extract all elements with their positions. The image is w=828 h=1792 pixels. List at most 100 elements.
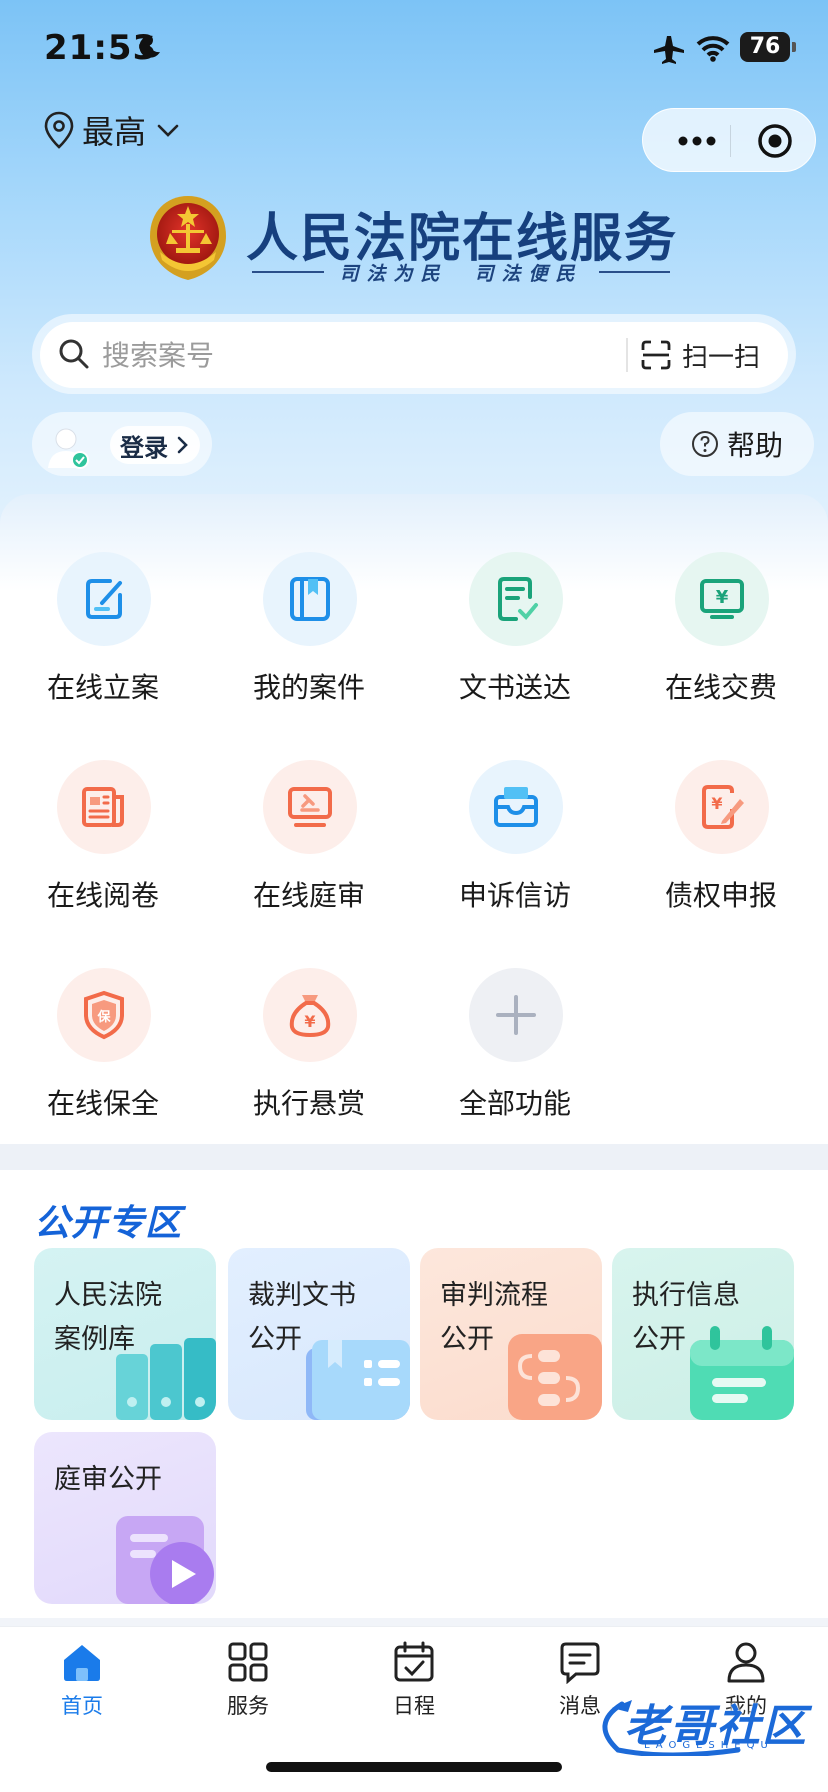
service-document-delivery[interactable]: 文书送达	[412, 552, 618, 712]
service-label: 在线庭审	[252, 879, 365, 912]
service-petition[interactable]: 申诉信访	[412, 760, 618, 920]
service-label: 我的案件	[252, 671, 365, 704]
location-pin-icon	[44, 111, 74, 149]
edit-document-icon	[86, 579, 122, 619]
chevron-down-icon	[157, 124, 179, 137]
scan-label: 扫一扫	[682, 342, 761, 373]
court-emblem-icon	[150, 196, 226, 280]
service-my-cases[interactable]: 我的案件	[206, 552, 412, 712]
login-label: 登录	[120, 433, 168, 462]
calendar-check-icon	[394, 1641, 434, 1682]
book-icon	[290, 577, 330, 621]
tab-schedule[interactable]: 日程	[354, 1640, 474, 1730]
section-gap	[0, 1144, 828, 1170]
service-label: 文书送达	[458, 671, 571, 704]
tab-label: 日程	[393, 1694, 435, 1718]
slogan-row: 司法为民 司法便民	[252, 258, 671, 286]
scan-icon	[641, 340, 671, 370]
service-label: 在线阅卷	[46, 879, 159, 912]
tab-label: 首页	[61, 1694, 103, 1718]
service-preservation[interactable]: 保 在线保全	[0, 968, 206, 1128]
svg-text:¥: ¥	[711, 794, 722, 813]
inbox-icon	[494, 787, 538, 827]
service-label: 债权申报	[664, 879, 777, 912]
service-label: 在线立案	[46, 671, 159, 704]
watermark: 老哥社区 LAOGESHEQU	[588, 1690, 818, 1756]
flow-icon	[508, 1334, 602, 1420]
watermark-subtext: LAOGESHEQU	[644, 1740, 774, 1751]
more-dots-icon	[678, 136, 716, 146]
svg-text:¥: ¥	[304, 1012, 315, 1031]
payment-screen-icon: ¥	[700, 579, 744, 619]
tab-services[interactable]: 服务	[188, 1640, 308, 1730]
public-card-execution-info[interactable]: 执行信息 公开	[612, 1248, 794, 1420]
more-button[interactable]	[665, 121, 729, 161]
slogan: 司法为民 司法便民	[339, 262, 583, 285]
service-label: 在线保全	[46, 1087, 159, 1120]
service-icon-bg	[469, 760, 563, 854]
location-label: 最高	[82, 113, 147, 151]
svg-text:保: 保	[96, 1009, 111, 1025]
help-button[interactable]: 帮助	[660, 412, 814, 476]
service-icon-bg	[263, 552, 357, 646]
public-card-trial-process[interactable]: 审判流程 公开	[420, 1248, 602, 1420]
search-input[interactable]	[102, 334, 602, 376]
service-claim-declaration[interactable]: ¥ 债权申报	[618, 760, 824, 920]
avatar-icon	[48, 428, 89, 469]
service-icon-bg: 保	[57, 968, 151, 1062]
search-separator	[626, 338, 628, 372]
message-icon	[560, 1642, 600, 1684]
service-online-trial[interactable]: 在线庭审	[206, 760, 412, 920]
grid-icon	[228, 1642, 268, 1682]
svg-text:¥: ¥	[716, 587, 729, 608]
service-icon-bg	[469, 968, 563, 1062]
public-section-title: 公开专区	[34, 1203, 183, 1244]
card-label: 庭审公开	[54, 1464, 162, 1495]
help-icon	[691, 431, 718, 457]
gavel-screen-icon	[288, 787, 332, 827]
service-icon-bg	[469, 552, 563, 646]
tab-label: 服务	[227, 1694, 269, 1718]
wifi-icon	[696, 36, 730, 62]
home-icon	[64, 1645, 100, 1681]
binders-icon	[116, 1338, 216, 1420]
battery-tip	[792, 42, 796, 52]
tab-home[interactable]: 首页	[22, 1640, 142, 1730]
airplane-icon	[654, 36, 684, 64]
public-card-trial-open[interactable]: 庭审公开	[34, 1432, 216, 1604]
service-icon-bg: ¥	[675, 552, 769, 646]
help-label: 帮助	[726, 429, 783, 462]
service-icon-bg	[263, 760, 357, 854]
open-book-icon	[306, 1340, 410, 1420]
slogan-line-left	[252, 271, 324, 273]
claim-edit-icon: ¥	[702, 785, 744, 829]
target-icon	[758, 124, 792, 158]
calendar-icon	[690, 1326, 794, 1420]
login-button[interactable]: 登录	[110, 426, 200, 464]
scan-button[interactable]: 扫一扫	[640, 334, 780, 376]
chevron-right-icon	[177, 436, 188, 454]
newspaper-icon	[82, 787, 124, 827]
public-card-case-library[interactable]: 人民法院 案例库	[34, 1248, 216, 1420]
service-online-filing[interactable]: 在线立案	[0, 552, 206, 712]
search-icon	[59, 339, 89, 369]
miniprogram-capsule	[642, 108, 816, 172]
document-check-icon	[498, 577, 538, 621]
service-icon-bg	[57, 552, 151, 646]
slogan-line-right	[598, 271, 671, 273]
service-label: 申诉信访	[458, 879, 571, 912]
service-icon-bg: ¥	[263, 968, 357, 1062]
service-icon-bg: ¥	[675, 760, 769, 854]
public-card-judgment-docs[interactable]: 裁判文书 公开	[228, 1248, 410, 1420]
user-icon	[727, 1642, 765, 1683]
service-online-payment[interactable]: ¥ 在线交费	[618, 552, 824, 712]
home-indicator	[266, 1762, 562, 1772]
service-label: 在线交费	[664, 671, 777, 704]
location-selector[interactable]: 最高	[44, 108, 180, 152]
close-miniprogram-button[interactable]	[743, 119, 807, 163]
service-online-reading[interactable]: 在线阅卷	[0, 760, 206, 920]
service-all-functions[interactable]: 全部功能	[412, 968, 618, 1128]
service-reward[interactable]: ¥ 执行悬赏	[206, 968, 412, 1128]
service-icon-bg	[57, 760, 151, 854]
money-bag-icon: ¥	[289, 995, 331, 1038]
